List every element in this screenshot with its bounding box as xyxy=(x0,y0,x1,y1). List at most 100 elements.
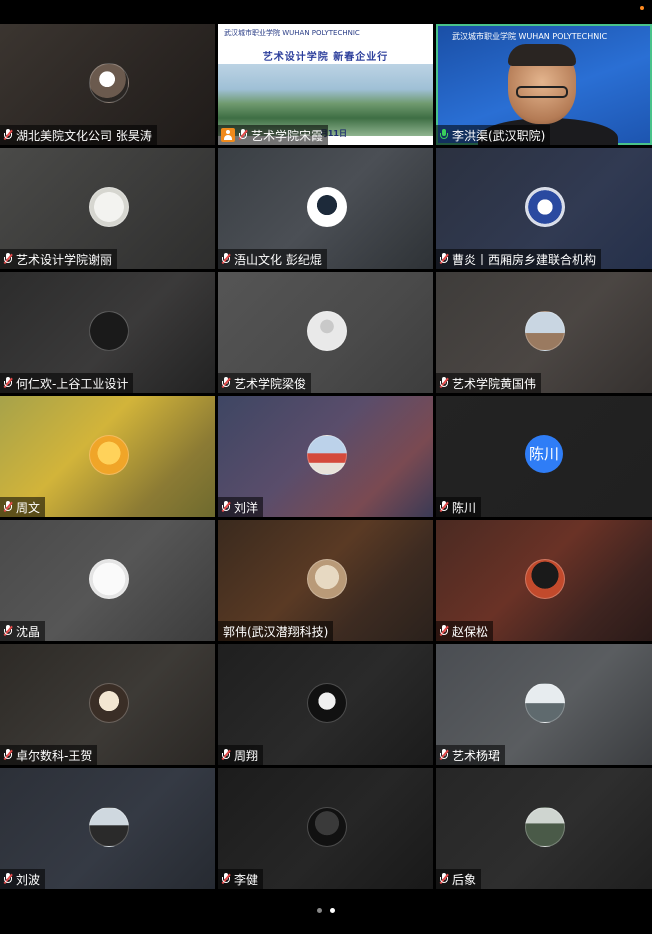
mic-slash xyxy=(439,873,449,884)
mic-muted-icon xyxy=(3,129,13,141)
speaker-hair xyxy=(508,44,576,66)
participant-name: 刘波 xyxy=(16,872,41,887)
participant-name: 李健 xyxy=(234,872,259,887)
mic-muted-icon xyxy=(3,749,13,761)
mic-slash xyxy=(221,501,231,512)
participant-tile[interactable]: 周文 xyxy=(0,396,215,517)
participant-name: 卓尔数科-王贺 xyxy=(16,748,93,763)
participant-name: 郭伟(武汉潜翔科技) xyxy=(223,624,329,639)
avatar xyxy=(88,62,129,103)
avatar xyxy=(306,806,347,847)
participant-name-label: 艺术设计学院谢丽 xyxy=(0,249,118,269)
participant-tile[interactable]: 沈晶 xyxy=(0,520,215,641)
participant-name-label: 周文 xyxy=(0,497,46,517)
mic-muted-icon xyxy=(3,501,13,513)
participant-tile[interactable]: 武汉城市职业学院 WUHAN POLYTECHNIC 艺术设计学院 新春企业行 月1… xyxy=(218,24,433,145)
participant-tile[interactable]: 浯山文化 彭纪焜 xyxy=(218,148,433,269)
avatar xyxy=(88,186,129,227)
participant-tile[interactable]: 陈川 陈川 xyxy=(436,396,652,517)
participant-tile[interactable]: 刘波 xyxy=(0,768,215,889)
avatar xyxy=(88,806,129,847)
participant-name: 艺术设计学院谢丽 xyxy=(16,252,113,267)
mic-active-icon xyxy=(439,129,449,141)
participant-tile[interactable]: 艺术学院黄国伟 xyxy=(436,272,652,393)
participant-name-label: 沈晶 xyxy=(0,621,46,641)
participant-name-label: 后象 xyxy=(436,869,482,889)
avatar xyxy=(306,558,347,599)
participant-name: 曹炎丨西厢房乡建联合机构 xyxy=(452,252,597,267)
avatar xyxy=(525,310,565,351)
participant-tile[interactable]: 赵保松 xyxy=(436,520,652,641)
participant-name: 浯山文化 彭纪焜 xyxy=(234,252,322,267)
participant-tile[interactable]: 郭伟(武汉潜翔科技) xyxy=(218,520,433,641)
participant-name: 陈川 xyxy=(452,500,477,515)
avatar: 陈川 xyxy=(525,434,563,473)
participant-name-label: 艺术学院梁俊 xyxy=(218,373,312,393)
mic-muted-icon xyxy=(439,501,449,513)
mic-muted-icon xyxy=(439,253,449,265)
mic-slash xyxy=(3,625,13,636)
participant-name-label: 陈川 xyxy=(436,497,482,517)
participant-tile[interactable]: 何仁欢-上谷工业设计 xyxy=(0,272,215,393)
participant-name: 艺术杨珺 xyxy=(452,748,501,763)
participant-grid: 湖北美院文化公司 张昊涛 武汉城市职业学院 WUHAN POLYTECHNIC 艺术… xyxy=(0,24,652,889)
participant-name-label: 艺术学院宋霞 xyxy=(218,125,329,145)
mic-muted-icon xyxy=(221,377,231,389)
mic-slash xyxy=(221,749,231,760)
mic-slash xyxy=(439,625,449,636)
participant-name-label: 湖北美院文化公司 张昊涛 xyxy=(0,125,157,145)
avatar xyxy=(88,558,129,599)
page-indicator[interactable] xyxy=(0,908,652,913)
participant-tile[interactable]: 湖北美院文化公司 张昊涛 xyxy=(0,24,215,145)
participant-name: 后象 xyxy=(452,872,477,887)
avatar xyxy=(306,310,347,351)
mic-muted-icon xyxy=(221,253,231,265)
participant-name-label: 刘洋 xyxy=(218,497,264,517)
participant-tile[interactable]: 卓尔数科-王贺 xyxy=(0,644,215,765)
participant-name: 艺术学院黄国伟 xyxy=(452,376,537,391)
participant-name: 湖北美院文化公司 张昊涛 xyxy=(16,128,152,143)
mic-slash xyxy=(3,501,13,512)
speaker-background-banner: 武汉城市职业学院 WUHAN POLYTECHNIC xyxy=(452,32,608,41)
participant-name-label: 郭伟(武汉潜翔科技) xyxy=(218,621,334,641)
speaker-glasses xyxy=(516,86,568,98)
participant-name: 周翔 xyxy=(234,748,259,763)
mic-muted-icon xyxy=(439,749,449,761)
participant-tile[interactable]: 后象 xyxy=(436,768,652,889)
mic-muted-icon xyxy=(238,129,248,141)
participant-tile[interactable]: 艺术杨珺 xyxy=(436,644,652,765)
mic-muted-icon xyxy=(3,253,13,265)
mic-slash xyxy=(221,377,231,388)
mic-slash xyxy=(439,253,449,264)
participant-tile[interactable]: 艺术学院梁俊 xyxy=(218,272,433,393)
participant-tile[interactable]: 李健 xyxy=(218,768,433,889)
mic-slash xyxy=(3,749,13,760)
avatar xyxy=(306,186,347,227)
slide-title: 艺术设计学院 新春企业行 xyxy=(262,52,389,63)
mic-slash xyxy=(3,253,13,264)
page-dot-1[interactable] xyxy=(317,908,322,913)
participant-tile[interactable]: 刘洋 xyxy=(218,396,433,517)
avatar xyxy=(88,682,129,723)
participant-name: 赵保松 xyxy=(452,624,489,639)
participant-name: 艺术学院宋霞 xyxy=(251,128,324,143)
participant-tile[interactable]: 周翔 xyxy=(218,644,433,765)
mic-slash xyxy=(439,749,449,760)
mic-muted-icon xyxy=(3,377,13,389)
mic-slash xyxy=(3,129,13,140)
participant-name: 沈晶 xyxy=(16,624,41,639)
participant-name-label: 李健 xyxy=(218,869,264,889)
avatar xyxy=(88,434,129,475)
participant-name-label: 艺术杨珺 xyxy=(436,745,506,765)
participant-tile[interactable]: 武汉城市职业学院 WUHAN POLYTECHNIC 李洪渠(武汉职院) xyxy=(436,24,652,145)
participant-tile[interactable]: 艺术设计学院谢丽 xyxy=(0,148,215,269)
avatar xyxy=(88,310,129,351)
mic-muted-icon xyxy=(221,873,231,885)
page-dot-2[interactable] xyxy=(330,908,335,913)
participant-tile[interactable]: 曹炎丨西厢房乡建联合机构 xyxy=(436,148,652,269)
participant-name-label: 李洪渠(武汉职院) xyxy=(436,125,551,145)
participant-name-label: 卓尔数科-王贺 xyxy=(0,745,98,765)
mic-muted-icon xyxy=(3,873,13,885)
mic-muted-icon xyxy=(439,873,449,885)
participant-name-label: 赵保松 xyxy=(436,621,494,641)
